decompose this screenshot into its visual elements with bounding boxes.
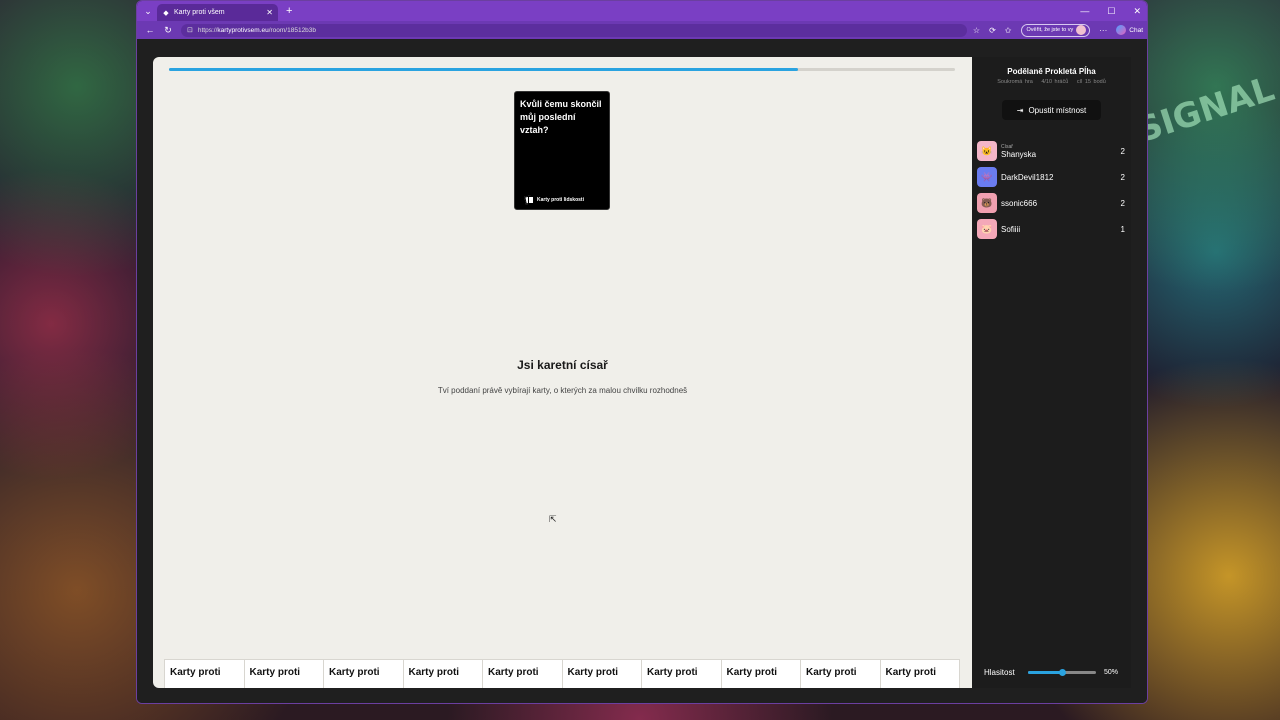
white-card[interactable]: Karty proti: [563, 660, 642, 688]
room-goal: cíl 15 bodů: [1076, 79, 1106, 85]
player-list: 😺 Císař Shanyska 2 👾 DarkDevil1812 2 🐻 ssonic666…: [977, 138, 1125, 242]
room-type: Soukromá hra: [997, 79, 1033, 85]
url-path: /room/18512b3b: [268, 26, 317, 34]
tab-title: Karty proti všem: [174, 9, 225, 16]
url-host: kartyprotivsem.eu: [217, 26, 269, 34]
room-meta: Soukromá hra 4/10 hráčů cíl 15 bodů: [972, 79, 1131, 85]
tab-favicon-icon: ◆: [163, 9, 169, 17]
tab-close-icon[interactable]: ✕: [266, 8, 273, 17]
verify-label: Ověřit, že jste to vy: [1026, 27, 1074, 33]
player-info: Sofiiii: [1001, 225, 1113, 234]
window-controls: — ☐ ✕: [1080, 1, 1141, 21]
star-icon[interactable]: ☆: [973, 26, 980, 35]
player-name: Sofiiii: [1001, 224, 1021, 234]
white-card[interactable]: Karty proti: [324, 660, 404, 688]
volume-slider-thumb[interactable]: [1059, 668, 1066, 676]
tab-bar: ⌄ ◆ Karty proti všem ✕ + — ☐ ✕: [137, 1, 1147, 21]
player-row: 😺 Císař Shanyska 2: [977, 138, 1125, 164]
player-avatar: 👾: [977, 167, 997, 187]
player-info: ssonic666: [1001, 199, 1113, 208]
white-card[interactable]: Karty proti: [801, 660, 881, 688]
browser-window: ⌄ ◆ Karty proti všem ✕ + — ☐ ✕ ← ↻ ⊡ htt…: [136, 0, 1148, 704]
black-question-card: Kvůli čemu skončil můj poslední vztah? K…: [514, 91, 610, 210]
player-info: Císař Shanyska: [1001, 144, 1113, 159]
player-score: 2: [1120, 172, 1125, 182]
player-name: Shanyska: [1001, 149, 1037, 159]
player-score: 2: [1120, 146, 1125, 156]
new-tab-icon[interactable]: +: [286, 5, 292, 17]
room-sidebar: Podělaně Prokletá Pĺha Soukromá hra 4/10…: [972, 57, 1131, 688]
back-arrow-icon[interactable]: ←: [141, 25, 159, 35]
white-card[interactable]: Karty proti: [483, 660, 563, 688]
extension-icon[interactable]: ⟳: [989, 26, 996, 35]
czar-title: Jsi karetní císař: [517, 358, 608, 372]
round-progress-bar: [169, 68, 955, 71]
volume-slider-fill: [1028, 670, 1062, 674]
leave-room-button[interactable]: ⇥ Opustit místnost: [1002, 100, 1101, 120]
player-row: 🐻 ssonic666 2: [977, 190, 1125, 216]
player-score: 1: [1120, 224, 1125, 234]
black-card-brand-label: Karty proti lidskosti: [537, 197, 584, 203]
volume-value: 50%: [1104, 668, 1119, 676]
more-icon[interactable]: ···: [1099, 26, 1107, 35]
white-card[interactable]: Karty proti: [642, 660, 722, 688]
favorites-icon[interactable]: ✩: [1005, 26, 1012, 35]
white-card[interactable]: Karty proti: [881, 660, 960, 688]
tab-list-chevron-icon[interactable]: ⌄: [139, 1, 157, 21]
page-content: Kvůli čemu skončil můj poslední vztah? K…: [137, 39, 1147, 703]
white-card[interactable]: Karty proti: [245, 660, 324, 688]
chat-label: Chat: [1129, 26, 1143, 34]
tab-active[interactable]: ◆ Karty proti všem ✕: [157, 4, 278, 21]
volume-slider[interactable]: [1028, 668, 1096, 676]
profile-avatar: [1076, 25, 1087, 35]
player-row: 👾 DarkDevil1812 2: [977, 164, 1125, 190]
minimize-icon[interactable]: —: [1080, 6, 1089, 16]
mouse-cursor-icon: ⇱: [549, 514, 557, 524]
white-card-hand: Karty proti Karty proti Karty proti Karty p…: [164, 659, 960, 688]
toolbar-right: ☆ ⟳ ✩ Ověřit, že jste to vy ··· Chat: [973, 23, 1143, 37]
copilot-logo-icon: [1116, 25, 1127, 35]
player-avatar: 🐷: [977, 219, 997, 239]
maximize-icon[interactable]: ☐: [1107, 6, 1115, 17]
round-progress-fill: [169, 68, 798, 71]
player-name: DarkDevil1812: [1001, 172, 1054, 182]
wallpaper-decoration: SIGNAL: [1131, 69, 1279, 151]
reload-icon[interactable]: ↻: [159, 25, 177, 36]
room-name: Podělaně Prokletá Pĺha: [1007, 67, 1096, 76]
player-avatar: 🐻: [977, 193, 997, 213]
white-card[interactable]: Karty proti: [404, 660, 483, 688]
copilot-chat-button[interactable]: Chat: [1116, 25, 1143, 35]
site-info-icon[interactable]: ⊡: [187, 26, 193, 34]
leave-room-label: Opustit místnost: [1028, 105, 1087, 115]
player-info: DarkDevil1812: [1001, 173, 1113, 182]
verify-identity-button[interactable]: Ověřit, že jste to vy: [1020, 23, 1091, 37]
player-score: 2: [1120, 198, 1125, 208]
game-board: Kvůli čemu skončil můj poslední vztah? K…: [153, 57, 972, 688]
close-window-icon[interactable]: ✕: [1133, 6, 1141, 17]
player-avatar: 😺: [977, 141, 997, 161]
black-card-text: Kvůli čemu skončil můj poslední vztah?: [520, 99, 602, 135]
player-row: 🐷 Sofiiii 1: [977, 216, 1125, 242]
player-name: ssonic666: [1001, 198, 1038, 208]
white-card[interactable]: Karty proti: [165, 660, 245, 688]
white-card[interactable]: Karty proti: [722, 660, 801, 688]
cards-logo-icon: [524, 195, 534, 205]
address-bar: ← ↻ ⊡ https://kartyprotivsem.eu/room/185…: [137, 21, 1147, 39]
volume-control: Hlasitost 50%: [984, 665, 1124, 679]
url-prefix: https://: [197, 26, 218, 34]
volume-label: Hlasitost: [984, 667, 1015, 677]
black-card-brand: Karty proti lidskosti: [524, 195, 584, 205]
exit-icon: ⇥: [1016, 105, 1024, 115]
url-field[interactable]: ⊡ https://kartyprotivsem.eu/room/18512b3…: [181, 23, 967, 37]
players-count: 4/10 hráčů: [1041, 79, 1069, 85]
czar-subtitle: Tví poddaní právě vybírají karty, o kter…: [437, 386, 688, 395]
